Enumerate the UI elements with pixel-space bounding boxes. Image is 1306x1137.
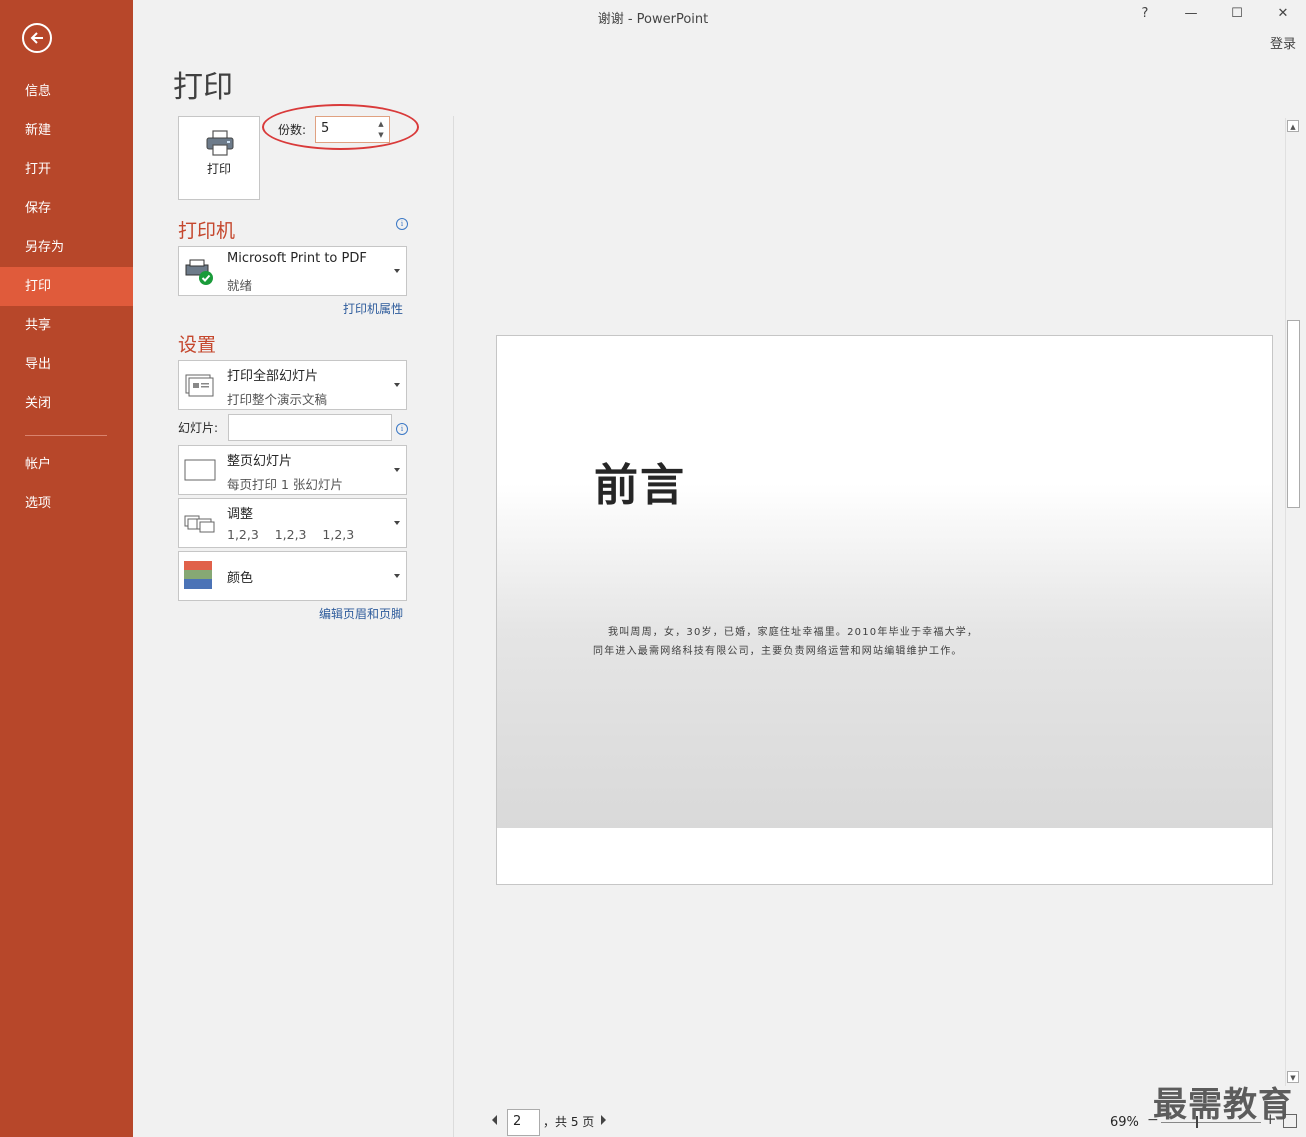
pane-divider xyxy=(453,116,454,1137)
slides-input[interactable] xyxy=(228,414,392,441)
page-total: ，共 5 页 xyxy=(543,1115,595,1129)
chevron-down-icon xyxy=(394,269,400,273)
backstage-sidebar: 信息 新建 打开 保存 另存为 打印 共享 导出 关闭 帐户 选项 xyxy=(0,0,133,1137)
slide-preview: 前言 我叫周周，女，30岁，已婚，家庭住址幸福里。2010年毕业于幸福大学， 同… xyxy=(496,335,1273,885)
sidebar-item-share[interactable]: 共享 xyxy=(0,306,133,345)
print-range-dropdown[interactable]: 打印全部幻灯片 打印整个演示文稿 xyxy=(178,360,407,410)
color-icon xyxy=(184,561,212,589)
preview-scrollbar[interactable]: ▲ ▼ xyxy=(1285,118,1301,1086)
info-icon[interactable]: i xyxy=(396,218,408,230)
slide-body: 我叫周周，女，30岁，已婚，家庭住址幸福里。2010年毕业于幸福大学， 同年进入… xyxy=(593,623,1093,661)
print-range-sub: 打印整个演示文稿 xyxy=(227,392,328,407)
sidebar-item-close[interactable]: 关闭 xyxy=(0,384,133,423)
print-range-main: 打印全部幻灯片 xyxy=(227,369,319,384)
full-page-slide-icon xyxy=(184,459,216,481)
sidebar-item-account[interactable]: 帐户 xyxy=(0,445,133,484)
chevron-down-icon xyxy=(394,383,400,387)
scroll-up-icon[interactable]: ▲ xyxy=(1287,120,1299,132)
annotation-circle xyxy=(262,104,419,150)
collate-main: 调整 xyxy=(227,507,254,522)
help-button[interactable]: ? xyxy=(1133,4,1157,24)
close-button[interactable]: ✕ xyxy=(1271,4,1295,24)
slides-label: 幻灯片: xyxy=(178,421,219,435)
slide-background xyxy=(497,336,1272,828)
edit-header-footer-link[interactable]: 编辑页眉和页脚 xyxy=(319,605,403,622)
maximize-button[interactable]: ☐ xyxy=(1225,4,1249,24)
layout-main: 整页幻灯片 xyxy=(227,454,293,469)
sidebar-item-print[interactable]: 打印 xyxy=(0,267,133,306)
page-number-input[interactable]: 2 xyxy=(507,1109,540,1136)
minimize-button[interactable]: — xyxy=(1179,4,1203,24)
zoom-level[interactable]: 69% xyxy=(1110,1115,1139,1130)
sidebar-item-new[interactable]: 新建 xyxy=(0,111,133,150)
page-title: 打印 xyxy=(173,70,233,105)
slide-body-line: 我叫周周，女，30岁，已婚，家庭住址幸福里。2010年毕业于幸福大学， xyxy=(608,627,979,638)
sidebar-item-save-as[interactable]: 另存为 xyxy=(0,228,133,267)
printer-name: Microsoft Print to PDF xyxy=(227,251,367,266)
printer-dropdown[interactable]: Microsoft Print to PDF 就绪 xyxy=(178,246,407,296)
printer-properties-link[interactable]: 打印机属性 xyxy=(343,300,403,317)
layout-sub: 每页打印 1 张幻灯片 xyxy=(227,477,343,492)
info-icon[interactable]: i xyxy=(396,423,408,435)
sidebar-item-save[interactable]: 保存 xyxy=(0,189,133,228)
sidebar-item-info[interactable]: 信息 xyxy=(0,72,133,111)
color-dropdown[interactable]: 颜色 xyxy=(178,551,407,601)
printer-section-title: 打印机 xyxy=(178,220,236,242)
color-main: 颜色 xyxy=(227,571,254,586)
layout-dropdown[interactable]: 整页幻灯片 每页打印 1 张幻灯片 xyxy=(178,445,407,495)
slide-title: 前言 xyxy=(594,460,686,511)
back-arrow-icon[interactable] xyxy=(22,23,52,53)
chevron-down-icon xyxy=(394,574,400,578)
sidebar-item-options[interactable]: 选项 xyxy=(0,484,133,523)
login-link[interactable]: 登录 xyxy=(1270,33,1296,52)
scroll-thumb[interactable] xyxy=(1287,320,1300,508)
print-button-label: 打印 xyxy=(206,162,231,176)
previous-page-icon[interactable] xyxy=(492,1115,497,1125)
printer-status: 就绪 xyxy=(227,278,253,293)
next-page-icon[interactable] xyxy=(601,1115,606,1125)
printer-ready-icon xyxy=(185,259,213,285)
printer-icon xyxy=(206,130,234,156)
collate-sub: 1,2,3 1,2,3 1,2,3 xyxy=(227,527,355,542)
slide-body-line: 同年进入最需网络科技有限公司，主要负责网络运营和网站编辑维护工作。 xyxy=(593,646,963,657)
sidebar-item-export[interactable]: 导出 xyxy=(0,345,133,384)
collate-icon xyxy=(184,515,215,533)
sidebar-item-open[interactable]: 打开 xyxy=(0,150,133,189)
watermark-logo: 最需教育 xyxy=(1153,1085,1293,1125)
collate-dropdown[interactable]: 调整 1,2,3 1,2,3 1,2,3 xyxy=(178,498,407,548)
sidebar-divider xyxy=(25,435,107,436)
settings-section-title: 设置 xyxy=(178,334,217,356)
chevron-down-icon xyxy=(394,468,400,472)
print-button[interactable]: 打印 xyxy=(178,116,260,200)
slides-stack-icon xyxy=(185,374,214,397)
window-title: 谢谢 - PowerPoint xyxy=(597,12,709,27)
chevron-down-icon xyxy=(394,521,400,525)
